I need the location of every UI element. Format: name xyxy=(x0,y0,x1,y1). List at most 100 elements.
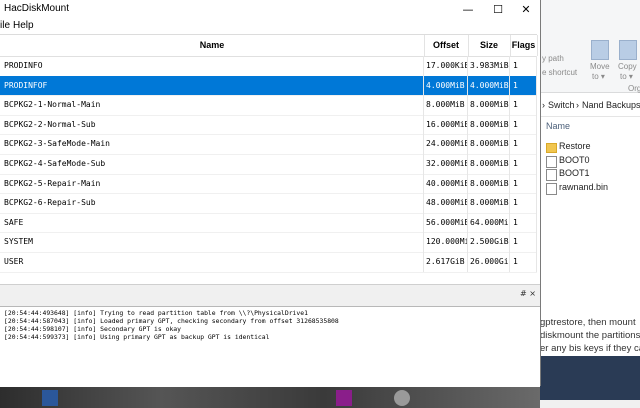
cell-name: SYSTEM xyxy=(0,232,424,252)
breadcrumb-item-switch[interactable]: Switch xyxy=(548,100,575,110)
menu-help[interactable]: Help xyxy=(13,20,34,31)
pane-controls[interactable]: # × xyxy=(520,289,536,298)
cell-name: BCPKG2-1-Normal-Main xyxy=(0,95,424,115)
table-row[interactable]: PRODINFO 17.000KiB 3.983MiB 1 xyxy=(0,56,537,77)
cell-offset: 17.000KiB xyxy=(424,56,468,76)
cell-size: 8.000MiB xyxy=(468,95,510,115)
cell-name: SAFE xyxy=(0,212,424,233)
table-row[interactable]: SAFE 56.000MiB 64.000MiB 1 xyxy=(0,212,537,234)
breadcrumb-item-nand-backups[interactable]: Nand Backups xyxy=(582,100,640,110)
cell-offset: 40.000MiB xyxy=(424,173,468,194)
chevron-right-icon: › xyxy=(576,100,579,110)
move-to-icon[interactable] xyxy=(591,40,609,60)
organize-group-label: Org xyxy=(628,84,640,93)
cell-size: 8.000MiB xyxy=(468,173,510,194)
paste-shortcut-label[interactable]: e shortcut xyxy=(542,68,577,77)
cell-name: PRODINFOF xyxy=(0,75,424,96)
cell-flags: 1 xyxy=(510,75,537,96)
cell-flags: 1 xyxy=(510,173,537,194)
word-icon[interactable] xyxy=(42,390,58,406)
cell-size: 4.000MiB xyxy=(468,75,510,96)
file-icon xyxy=(546,183,557,195)
column-header-size[interactable]: Size xyxy=(468,35,511,56)
breadcrumb[interactable]: › Switch › Nand Backups xyxy=(540,96,640,117)
move-to-sub: to ▾ xyxy=(592,72,605,81)
log-line: [20:54:44:587043] [info] Loaded primary … xyxy=(4,317,339,325)
minimize-button[interactable]: — xyxy=(452,0,484,18)
partition-table: Name Offset Size Flags PRODINFO 17.000KiB… xyxy=(0,34,538,285)
cell-offset: 2.617GiB xyxy=(424,252,468,272)
explorer-ribbon: y path e shortcut Move to ▾ Copy to ▾ Or… xyxy=(540,0,640,93)
table-row[interactable]: BCPKG2-2-Normal-Sub 16.000MiB 8.000MiB 1 xyxy=(0,114,537,136)
cell-size: 64.000MiB xyxy=(468,212,510,233)
article-text: gptrestore, then mount diskmount the par… xyxy=(540,317,640,354)
copy-to-sub: to ▾ xyxy=(620,72,633,81)
article-image xyxy=(540,356,640,400)
cell-offset: 8.000MiB xyxy=(424,95,468,115)
cell-offset: 56.000MiB xyxy=(424,212,468,233)
cell-flags: 1 xyxy=(510,56,537,76)
cell-name: BCPKG2-5-Repair-Main xyxy=(0,173,424,194)
file-explorer-window: y path e shortcut Move to ▾ Copy to ▾ Or… xyxy=(540,0,640,408)
move-to-label[interactable]: Move xyxy=(590,62,610,71)
log-line: [20:54:44:493648] [info] Trying to read … xyxy=(4,309,308,317)
cell-name: BCPKG2-4-SafeMode-Sub xyxy=(0,154,424,174)
cell-offset: 32.000MiB xyxy=(424,154,468,174)
close-button[interactable]: ✕ xyxy=(510,0,542,18)
cell-size: 8.000MiB xyxy=(468,193,510,213)
cell-flags: 1 xyxy=(510,193,537,213)
copy-to-icon[interactable] xyxy=(619,40,637,60)
desktop-background xyxy=(0,386,540,408)
cell-flags: 1 xyxy=(510,154,537,174)
column-header-name[interactable]: Name xyxy=(546,121,570,131)
cell-name: BCPKG2-6-Repair-Sub xyxy=(0,193,424,213)
menu-file[interactable]: ile xyxy=(0,20,10,31)
cell-size: 8.000MiB xyxy=(468,134,510,154)
table-header: Name Offset Size Flags xyxy=(0,35,538,57)
column-header-offset[interactable]: Offset xyxy=(424,35,469,56)
log-line: [20:54:44:599373] [info] Using primary G… xyxy=(4,333,270,341)
winrar-icon[interactable] xyxy=(336,390,352,406)
cell-offset: 120.000MiB xyxy=(424,232,468,252)
hacdiskmount-window: HacDiskMount — ☐ ✕ ile Help Name Offset … xyxy=(0,0,540,387)
copy-to-label[interactable]: Copy xyxy=(618,62,637,71)
column-header-name[interactable]: Name xyxy=(0,35,425,56)
cell-offset: 24.000MiB xyxy=(424,134,468,154)
cell-offset: 4.000MiB xyxy=(424,75,468,96)
cell-size: 8.000MiB xyxy=(468,114,510,135)
cell-offset: 48.000MiB xyxy=(424,193,468,213)
chevron-right-icon: › xyxy=(542,100,545,110)
cell-flags: 1 xyxy=(510,212,537,233)
log-pane: [20:54:44:493648] [info] Trying to read … xyxy=(0,306,540,387)
cell-offset: 16.000MiB xyxy=(424,114,468,135)
window-title: HacDiskMount xyxy=(4,3,70,14)
copy-path-label[interactable]: y path xyxy=(542,54,564,63)
pane-splitter[interactable]: # × xyxy=(0,284,540,307)
cell-flags: 1 xyxy=(510,134,537,154)
cell-flags: 1 xyxy=(510,252,537,272)
folder-icon xyxy=(546,143,557,153)
cell-flags: 1 xyxy=(510,95,537,115)
table-row[interactable]: BCPKG2-3-SafeMode-Main 24.000MiB 8.000MiB 1 xyxy=(0,134,537,155)
table-row[interactable]: SYSTEM120.000MiB2.500GiB1 xyxy=(0,232,537,253)
table-row[interactable]: BCPKG2-5-Repair-Main 40.000MiB 8.000MiB 1 xyxy=(0,173,537,195)
title-bar[interactable]: HacDiskMount — ☐ ✕ xyxy=(0,0,540,18)
table-row[interactable]: BCPKG2-1-Normal-Main 8.000MiB 8.000MiB 1 xyxy=(0,95,537,116)
cell-size: 3.983MiB xyxy=(468,56,510,76)
settings-gear-icon[interactable] xyxy=(394,390,410,406)
table-row[interactable]: USER 2.617GiB 26.000GiB 1 xyxy=(0,252,537,273)
cell-name: BCPKG2-2-Normal-Sub xyxy=(0,114,424,135)
table-row[interactable]: BCPKG2-4-SafeMode-Sub 32.000MiB 8.000MiB 1 xyxy=(0,154,537,175)
cell-flags: 1 xyxy=(510,114,537,135)
article-footer xyxy=(540,400,640,408)
cell-flags: 1 xyxy=(510,232,537,252)
cell-name: PRODINFO xyxy=(0,56,424,76)
column-header-flags[interactable]: Flags xyxy=(510,35,538,56)
cell-name: BCPKG2-3-SafeMode-Main xyxy=(0,134,424,154)
cell-name: USER xyxy=(0,252,424,272)
cell-size: 26.000GiB xyxy=(468,252,510,272)
cell-size: 8.000MiB xyxy=(468,154,510,174)
table-row[interactable]: PRODINFOF 4.000MiB 4.000MiB 1 xyxy=(0,75,537,97)
menu-bar: ile Help xyxy=(0,18,540,34)
table-row[interactable]: BCPKG2-6-Repair-Sub 48.000MiB 8.000MiB 1 xyxy=(0,193,537,214)
